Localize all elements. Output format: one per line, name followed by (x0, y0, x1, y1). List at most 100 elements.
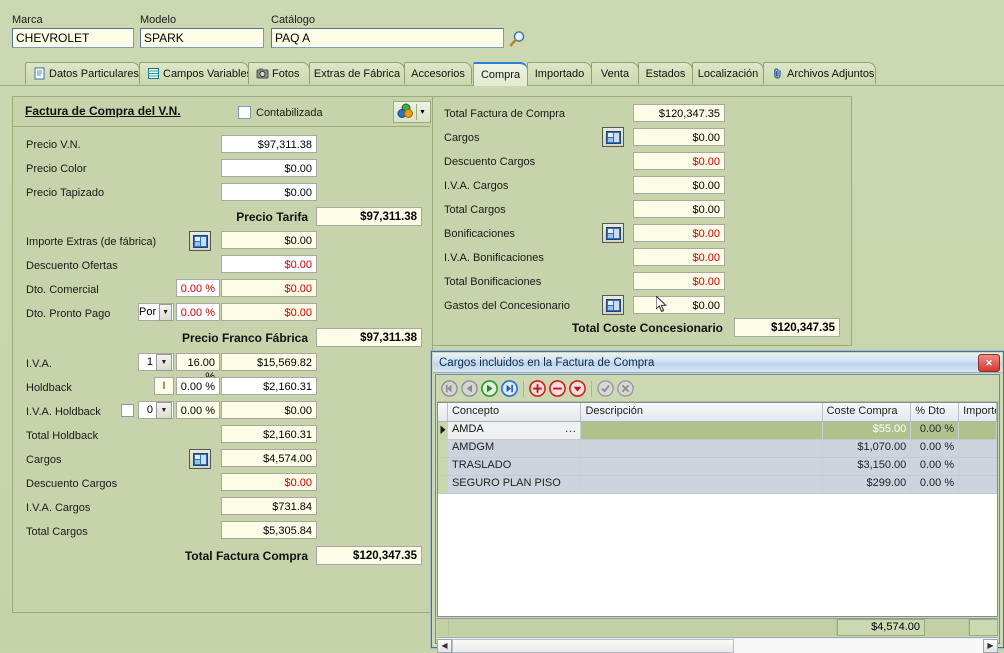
value-dto-pronto-pago[interactable]: $0.00 (221, 303, 317, 321)
post-edit-button[interactable] (597, 380, 614, 397)
cell-dto[interactable]: 0.00 % (911, 476, 960, 493)
value-bonificaciones[interactable]: $0.00 (633, 224, 725, 242)
cell-concepto[interactable]: TRASLADO (447, 458, 582, 475)
tab-accesorios[interactable]: Accesorios (404, 62, 472, 84)
tab-datos-particulares[interactable]: Datos Particulares (25, 62, 140, 84)
value-cargos[interactable]: $4,574.00 (221, 449, 317, 467)
chevron-down-icon[interactable]: ▼ (419, 109, 426, 116)
tab-localizacion[interactable]: Localización (692, 62, 764, 84)
cell-importe[interactable] (959, 422, 997, 439)
value-descuento-cargos-right[interactable]: $0.00 (633, 152, 725, 170)
cargos-ellipsis-button[interactable] (189, 449, 211, 469)
table-row[interactable]: TRASLADO $3,150.00 0.00 % (438, 458, 997, 476)
dto-pronto-pago-combo[interactable]: Por ▼ (138, 303, 174, 321)
row-indicator (438, 422, 448, 439)
first-record-button[interactable] (441, 380, 458, 397)
value-precio-tapizado[interactable]: $0.00 (221, 183, 317, 201)
edit-record-button[interactable] (569, 380, 586, 397)
scrollbar-track[interactable] (734, 638, 983, 653)
value-precio-vn[interactable]: $97,311.38 (221, 135, 317, 153)
combo-value: 1 (146, 356, 153, 368)
modelo-input[interactable] (140, 28, 264, 48)
iva-holdback-checkbox[interactable] (121, 404, 134, 417)
holdback-caret-field[interactable]: I (154, 377, 174, 395)
cell-importe[interactable] (959, 476, 997, 493)
close-icon[interactable]: ✕ (978, 354, 1000, 372)
cell-descripcion[interactable] (581, 458, 823, 475)
table-row[interactable]: SEGURO PLAN PISO $299.00 0.00 % (438, 476, 997, 494)
scroll-left-button[interactable]: ◀ (437, 638, 452, 653)
iva-holdback-combo[interactable]: 0 ▼ (138, 401, 174, 419)
value-cargos-right[interactable]: $0.00 (633, 128, 725, 146)
cell-coste-compra[interactable]: $299.00 (822, 476, 912, 493)
tab-archivos-adjuntos[interactable]: Archivos Adjuntos (763, 62, 876, 84)
value-precio-color[interactable]: $0.00 (221, 159, 317, 177)
value-iva[interactable]: $15,569.82 (221, 353, 317, 371)
catalogo-input[interactable] (271, 28, 504, 48)
row-ellipsis-button[interactable]: … (564, 422, 577, 435)
magnifier-icon[interactable] (508, 30, 526, 48)
tab-compra[interactable]: Compra (473, 62, 528, 86)
cell-coste-compra[interactable]: $55.00 (822, 422, 912, 439)
tab-extras-de-fabrica[interactable]: Extras de Fábrica (309, 62, 405, 84)
pct-holdback[interactable]: 0.00 % (176, 377, 220, 395)
value-iva-holdback[interactable]: $0.00 (221, 401, 317, 419)
prev-record-button[interactable] (461, 380, 478, 397)
cell-concepto[interactable]: AMDA … (447, 422, 582, 439)
cell-dto[interactable]: 0.00 % (911, 440, 960, 457)
contabilizada-checkbox[interactable] (238, 106, 251, 119)
grid-header-dto[interactable]: % Dto (911, 403, 960, 421)
cell-concepto[interactable]: SEGURO PLAN PISO (447, 476, 582, 493)
grid-header-concepto[interactable]: Concepto (447, 403, 582, 421)
cell-coste-compra[interactable]: $1,070.00 (822, 440, 912, 457)
cell-importe[interactable] (959, 440, 997, 457)
importe-extras-ellipsis-button[interactable] (189, 231, 211, 251)
table-row[interactable]: AMDA … $55.00 0.00 % (438, 422, 997, 440)
last-record-button[interactable] (501, 380, 518, 397)
cargos-grid[interactable]: Concepto Descripción Coste Compra % Dto … (437, 402, 998, 617)
cell-importe[interactable] (959, 458, 997, 475)
dialog-title-bar[interactable]: Cargos incluidos en la Factura de Compra (433, 353, 1002, 373)
cancel-edit-button[interactable] (617, 380, 634, 397)
tab-campos-variables[interactable]: Campos Variables (139, 62, 252, 84)
cell-descripcion[interactable] (581, 440, 823, 457)
gastos-concesionario-ellipsis-button[interactable] (602, 295, 624, 315)
cell-descripcion[interactable] (581, 422, 823, 439)
value-dto-comercial[interactable]: $0.00 (221, 279, 317, 297)
money-globe-button[interactable]: ▼ (393, 101, 431, 123)
value-holdback[interactable]: $2,160.31 (221, 377, 317, 395)
pct-iva-holdback[interactable]: 0.00 % (176, 401, 220, 419)
value-importe-extras[interactable]: $0.00 (221, 231, 317, 249)
chevron-down-icon[interactable]: ▼ (156, 353, 172, 371)
pct-iva[interactable]: 16.00 % (176, 353, 220, 383)
pct-dto-comercial[interactable]: 0.00 % (176, 279, 220, 297)
cargos-right-ellipsis-button[interactable] (602, 127, 624, 147)
tab-estados[interactable]: Estados (638, 62, 693, 84)
chevron-down-icon[interactable]: ▼ (156, 401, 172, 419)
value-gastos-concesionario[interactable]: $0.00 (633, 296, 725, 314)
table-row[interactable]: AMDGM $1,070.00 0.00 % (438, 440, 997, 458)
grid-header-importe[interactable]: Importe (959, 403, 997, 421)
cell-descripcion[interactable] (581, 476, 823, 493)
value-descuento-ofertas[interactable]: $0.00 (221, 255, 317, 273)
cell-coste-compra[interactable]: $3,150.00 (822, 458, 912, 475)
tab-venta[interactable]: Venta (591, 62, 639, 84)
delete-record-button[interactable] (549, 380, 566, 397)
grid-header-descripcion[interactable]: Descripción (581, 403, 823, 421)
marca-input[interactable] (12, 28, 134, 48)
tab-fotos[interactable]: Fotos (248, 62, 310, 84)
pct-dto-pronto-pago[interactable]: 0.00 % (176, 303, 220, 321)
next-record-button[interactable] (481, 380, 498, 397)
chevron-down-icon[interactable]: ▼ (159, 303, 172, 321)
insert-record-button[interactable] (529, 380, 546, 397)
cell-concepto[interactable]: AMDGM (447, 440, 582, 457)
cell-dto[interactable]: 0.00 % (911, 422, 960, 439)
scrollbar-thumb[interactable] (452, 638, 734, 653)
tab-importado[interactable]: Importado (527, 62, 592, 84)
cell-dto[interactable]: 0.00 % (911, 458, 960, 475)
grid-header-coste-compra[interactable]: Coste Compra (822, 403, 912, 421)
bonificaciones-ellipsis-button[interactable] (602, 223, 624, 243)
value-descuento-cargos[interactable]: $0.00 (221, 473, 317, 491)
scroll-right-button[interactable]: ▶ (983, 638, 998, 653)
iva-combo[interactable]: 1 ▼ (138, 353, 174, 371)
